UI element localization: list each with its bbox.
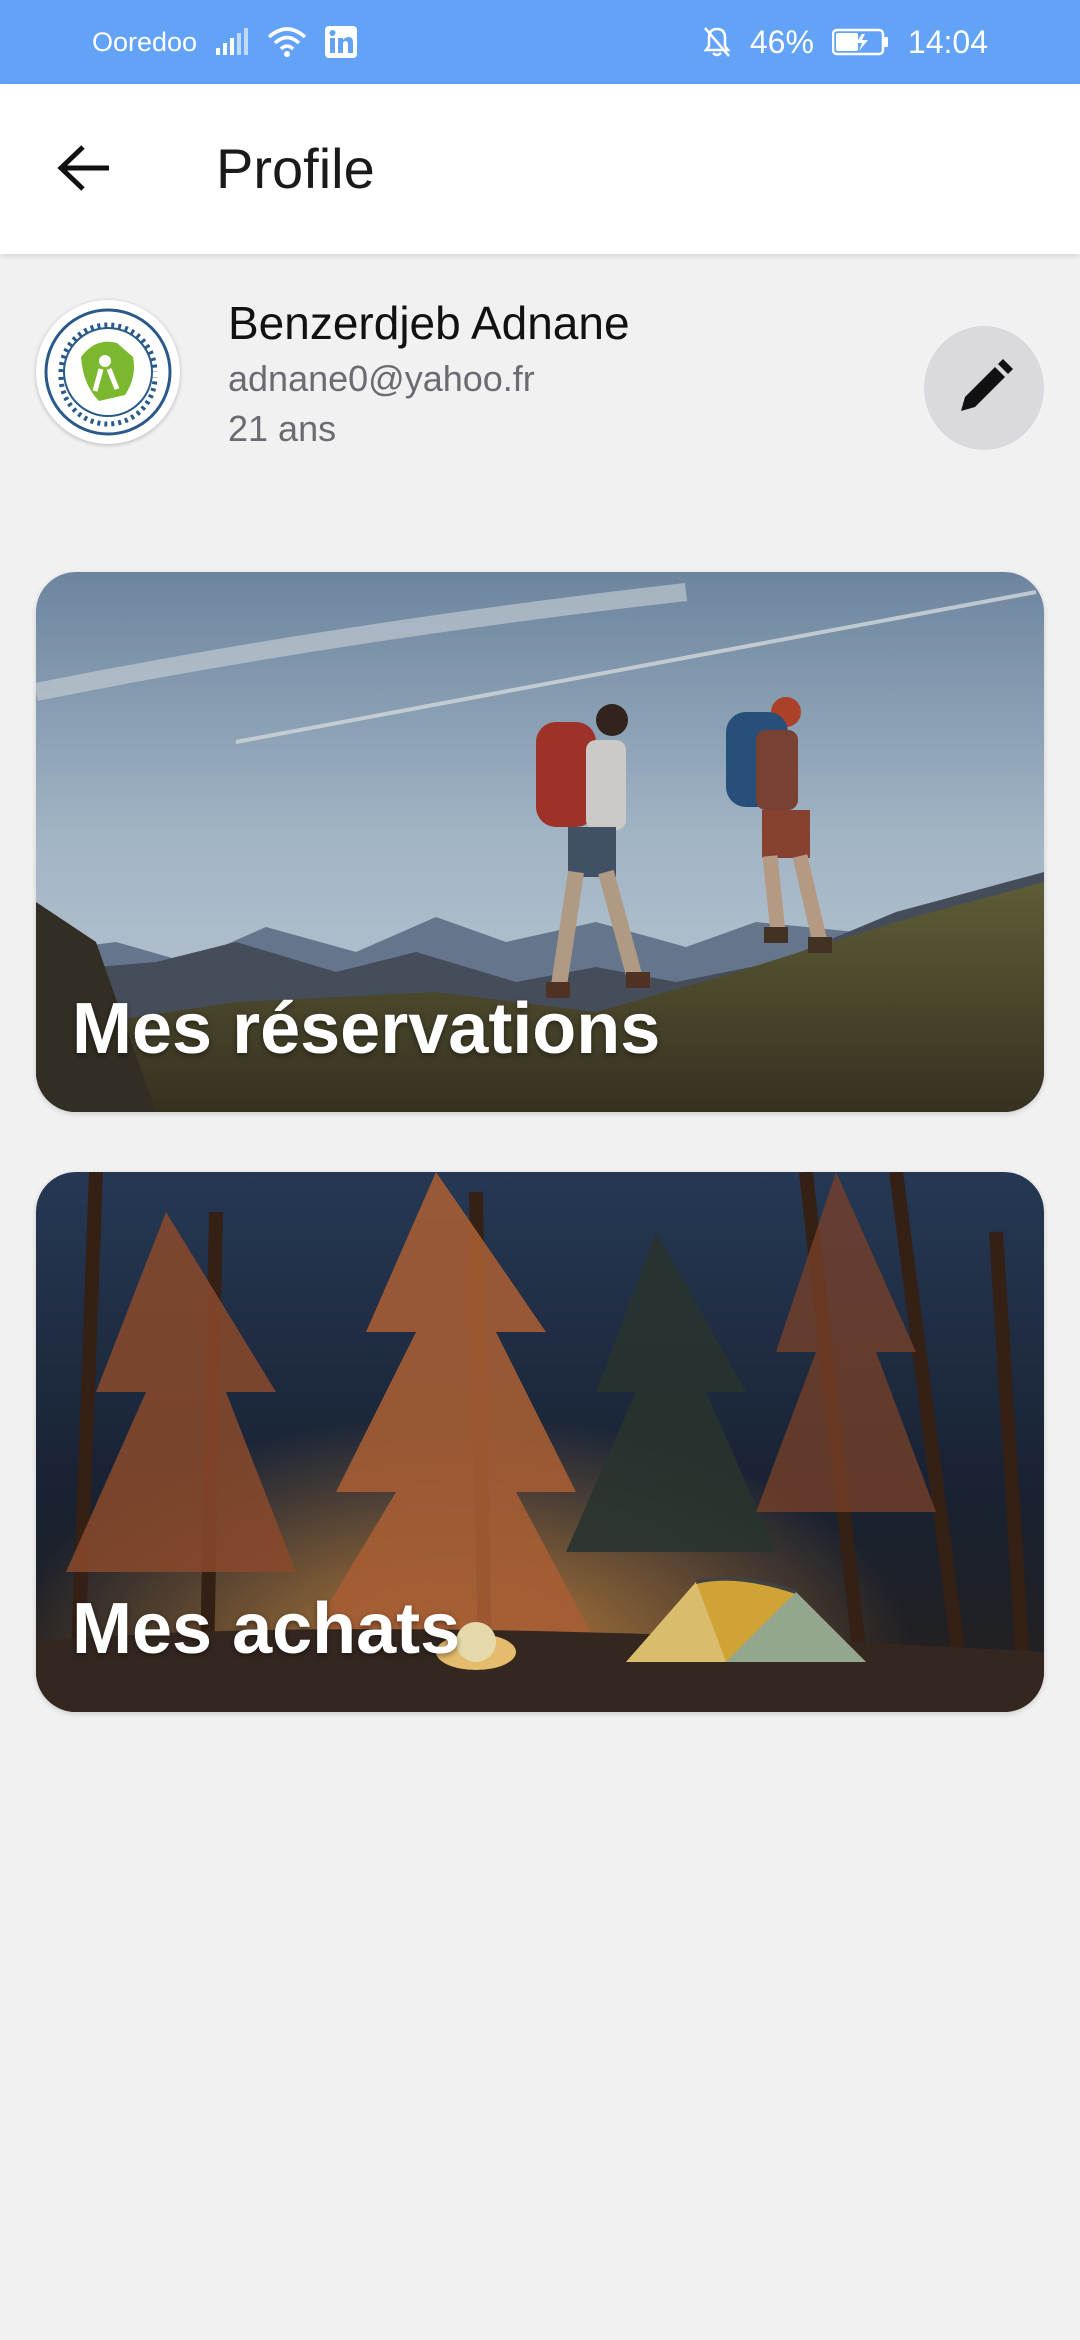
avatar: [36, 300, 180, 444]
reservations-card[interactable]: Mes réservations: [36, 572, 1044, 1112]
pencil-icon: [961, 359, 1013, 411]
edit-profile-button[interactable]: [924, 326, 1044, 450]
signal-icon: [215, 28, 249, 56]
page-title: Profile: [216, 137, 375, 200]
wifi-icon: [267, 27, 307, 57]
carrier-name: Ooredoo: [92, 26, 198, 57]
app-bar: Profile: [0, 84, 1080, 254]
clock-time: 14:04: [907, 23, 988, 60]
back-arrow-icon: [57, 145, 109, 191]
back-button[interactable]: [52, 136, 116, 200]
user-email: adnane0@yahoo.fr: [228, 358, 535, 399]
status-bar: Ooredoo 46% 14:04: [0, 0, 1080, 84]
reservations-title: Mes réservations: [72, 989, 661, 1069]
battery-percent: 46%: [749, 23, 814, 60]
user-age: 21 ans: [228, 408, 337, 449]
mute-icon: [702, 26, 732, 58]
purchases-title: Mes achats: [72, 1589, 461, 1669]
user-name: Benzerdjeb Adnane: [228, 297, 630, 349]
organization-logo: [44, 308, 172, 436]
purchases-card[interactable]: Mes achats: [36, 1172, 1044, 1712]
linkedin-icon: [325, 26, 358, 58]
battery-icon: [831, 28, 890, 56]
